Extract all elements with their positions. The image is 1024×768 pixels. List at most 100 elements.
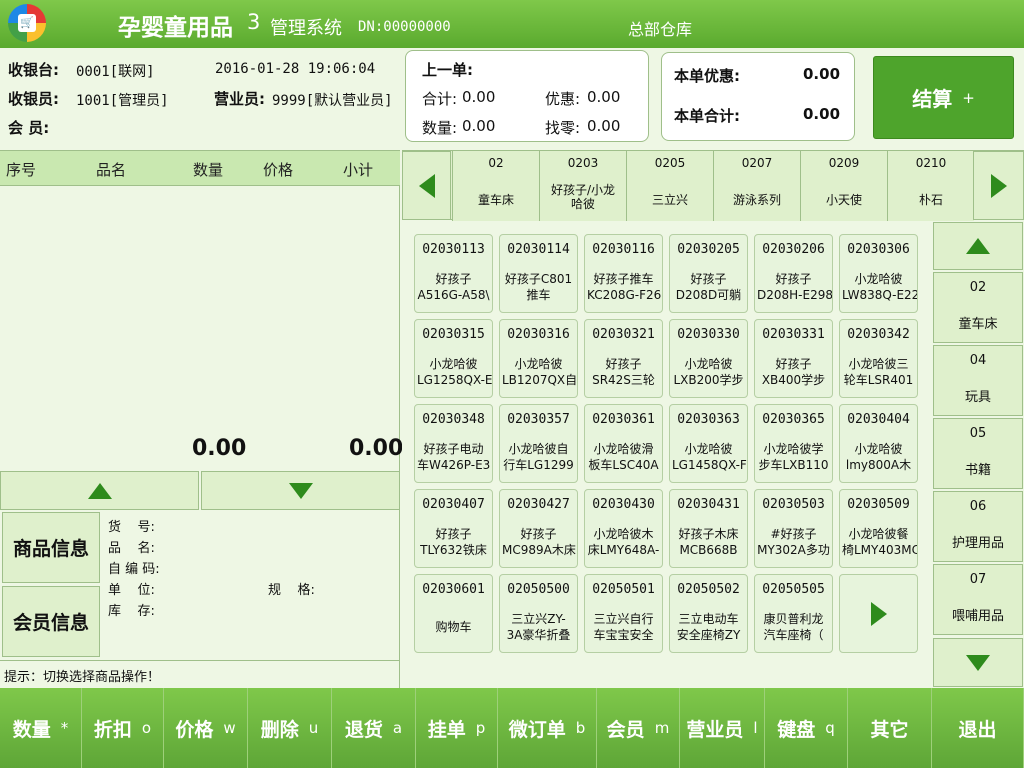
function-button[interactable]: 会员 m — [597, 688, 680, 768]
category-tab[interactable]: 0207 游泳系列 — [713, 151, 800, 221]
category-tab[interactable]: 0210 朴石 — [887, 151, 974, 221]
product-tile[interactable]: 02030503 #好孩子 MY302A多功 — [754, 489, 833, 568]
product-tile[interactable]: 02030357 小龙哈彼自 行车LG1299 — [499, 404, 578, 483]
function-button[interactable]: 退出 — [932, 688, 1024, 768]
settle-label: 结算 — [912, 87, 953, 111]
product-code: 02050505 — [762, 582, 825, 597]
tab-member-info[interactable]: 会员信息 — [2, 586, 100, 657]
function-button[interactable]: 删除 u — [248, 688, 332, 768]
product-tile[interactable]: 02030330 小龙哈彼 LXB200学步 — [669, 319, 748, 398]
category-tab[interactable]: 0209 小天使 — [800, 151, 887, 221]
side-category-code: 04 — [969, 353, 987, 368]
category-name: 童车床 — [477, 193, 514, 207]
product-code: 02030342 — [847, 327, 910, 342]
category-code: 02 — [488, 156, 504, 170]
function-key: m — [654, 719, 670, 737]
product-code: 02030206 — [762, 242, 825, 257]
arrow-up-icon — [87, 482, 112, 499]
function-label: 键盘 — [777, 718, 816, 741]
product-tile[interactable]: 02030363 小龙哈彼 LG1458QX-F — [669, 404, 748, 483]
product-name: 小龙哈彼滑 板车LSC40A — [588, 442, 659, 472]
product-name: #好孩子 MY302A多功 — [757, 527, 830, 557]
category-name: 好孩子/小龙 哈彼 — [550, 183, 616, 211]
product-tile[interactable]: 02050501 三立兴自行 车宝宝安全 — [584, 574, 663, 653]
function-button[interactable]: 价格 w — [164, 688, 248, 768]
side-category-item[interactable]: 07 喂哺用品 — [933, 564, 1023, 635]
list-scroll-down-button[interactable] — [201, 471, 400, 510]
product-tile[interactable]: 02030113 好孩子 A516G-A58\ — [414, 234, 493, 313]
function-key: a — [392, 719, 403, 737]
function-button[interactable]: 微订单 b — [498, 688, 597, 768]
product-tile[interactable]: 02030361 小龙哈彼滑 板车LSC40A — [584, 404, 663, 483]
category-tab[interactable]: 0205 三立兴 — [626, 151, 713, 221]
category-tab[interactable]: 02 童车床 — [452, 151, 539, 221]
function-button[interactable]: 退货 a — [332, 688, 416, 768]
product-next-page-button[interactable] — [839, 574, 918, 653]
product-tile[interactable]: 02050502 三立电动车 安全座椅ZY — [669, 574, 748, 653]
product-code: 02030365 — [762, 412, 825, 427]
function-button[interactable]: 营业员 l — [680, 688, 765, 768]
product-tile[interactable]: 02030404 小龙哈彼 lmy800A木 — [839, 404, 918, 483]
settle-button[interactable]: 结算 + — [873, 56, 1014, 139]
side-category-item[interactable]: 02 童车床 — [933, 272, 1023, 343]
product-tile[interactable]: 02030114 好孩子C801 推车 — [499, 234, 578, 313]
last-order-title: 上一单: — [422, 61, 473, 79]
product-name: 好孩子 TLY632铁床 — [420, 527, 487, 557]
product-tile[interactable]: 02030601 购物车 — [414, 574, 493, 653]
product-tile[interactable]: 02030427 好孩子 MC989A木床 — [499, 489, 578, 568]
function-button[interactable]: 键盘 q — [765, 688, 848, 768]
category-name: 三立兴 — [651, 193, 688, 207]
product-tile[interactable]: 02050500 三立兴ZY- 3A豪华折叠 — [499, 574, 578, 653]
last-order-panel: 上一单: 合计: 0.00 优惠: 0.00 数量: 0.00 找零: 0.00 — [405, 50, 649, 142]
product-name: 小龙哈彼 LB1207QX自 — [502, 357, 578, 387]
product-name: 小龙哈彼 LW838Q-E22 — [842, 272, 918, 302]
product-tile[interactable]: 02030348 好孩子电动 车W426P-E3 — [414, 404, 493, 483]
category-tab[interactable]: 0203 好孩子/小龙 哈彼 — [539, 151, 626, 221]
product-tile[interactable]: 02030431 好孩子木床 MCB668B — [669, 489, 748, 568]
product-tile[interactable]: 02030342 小龙哈彼三 轮车LSR401 — [839, 319, 918, 398]
product-tile[interactable]: 02030407 好孩子 TLY632铁床 — [414, 489, 493, 568]
product-tile[interactable]: 02030205 好孩子 D208D可躺 — [669, 234, 748, 313]
product-tile[interactable]: 02030321 好孩子 SR42S三轮 — [584, 319, 663, 398]
function-bar: 数量 * 折扣 o 价格 w 删除 u 退货 a 挂单 p 微订单 b 会员 m 营业员 l 键盘 q 其它 退出 — [0, 688, 1024, 768]
function-button[interactable]: 其它 — [848, 688, 932, 768]
order-list[interactable] — [0, 186, 400, 471]
tab-goods-info[interactable]: 商品信息 — [2, 512, 100, 583]
category-prev-button[interactable] — [402, 151, 451, 220]
product-name: 好孩子木床 MCB668B — [678, 527, 739, 557]
product-tile[interactable]: 02030306 小龙哈彼 LW838Q-E22 — [839, 234, 918, 313]
product-tile[interactable]: 02030116 好孩子推车 KC208G-F26 — [584, 234, 663, 313]
product-tile[interactable]: 02030315 小龙哈彼 LG1258QX-E — [414, 319, 493, 398]
product-tile[interactable]: 02030331 好孩子 XB400学步 — [754, 319, 833, 398]
last-discount-value: 0.00 — [587, 88, 621, 106]
product-tile[interactable]: 02030316 小龙哈彼 LB1207QX自 — [499, 319, 578, 398]
last-discount-label: 优惠: — [545, 90, 581, 108]
function-button[interactable]: 折扣 o — [82, 688, 164, 768]
function-button[interactable]: 数量 * — [0, 688, 82, 768]
function-button[interactable]: 挂单 p — [416, 688, 498, 768]
function-label: 挂单 — [427, 718, 466, 741]
list-scroll-up-button[interactable] — [0, 471, 199, 510]
product-code: 02030331 — [762, 327, 825, 342]
product-tile[interactable]: 02030509 小龙哈彼餐 椅LMY403MC — [839, 489, 918, 568]
product-name: 好孩子 XB400学步 — [761, 357, 826, 387]
product-tile[interactable]: 02050505 康贝普利龙 汽车座椅（ — [754, 574, 833, 653]
category-next-button[interactable] — [973, 151, 1024, 220]
sales-value: 9999[默认营业员] — [272, 93, 393, 109]
side-category-up-button[interactable] — [933, 222, 1023, 270]
side-category-down-button[interactable] — [933, 638, 1023, 687]
field-name-label: 品 名: — [108, 541, 155, 556]
arrow-down-icon — [966, 654, 990, 671]
product-name: 三立兴ZY- 3A豪华折叠 — [506, 612, 571, 642]
current-discount-value: 0.00 — [803, 65, 841, 83]
side-category-item[interactable]: 04 玩具 — [933, 345, 1023, 416]
product-code: 02030601 — [422, 582, 485, 597]
product-tile[interactable]: 02030430 小龙哈彼木 床LMY648A- — [584, 489, 663, 568]
side-category-item[interactable]: 05 书籍 — [933, 418, 1023, 489]
product-code: 02030113 — [422, 242, 485, 257]
product-tile[interactable]: 02030206 好孩子 D208H-E298 — [754, 234, 833, 313]
product-tile[interactable]: 02030365 小龙哈彼学 步车LXB110 — [754, 404, 833, 483]
product-name: 好孩子电动 车W426P-E3 — [417, 442, 491, 472]
side-category-item[interactable]: 06 护理用品 — [933, 491, 1023, 562]
product-name: 小龙哈彼学 步车LXB110 — [758, 442, 829, 472]
